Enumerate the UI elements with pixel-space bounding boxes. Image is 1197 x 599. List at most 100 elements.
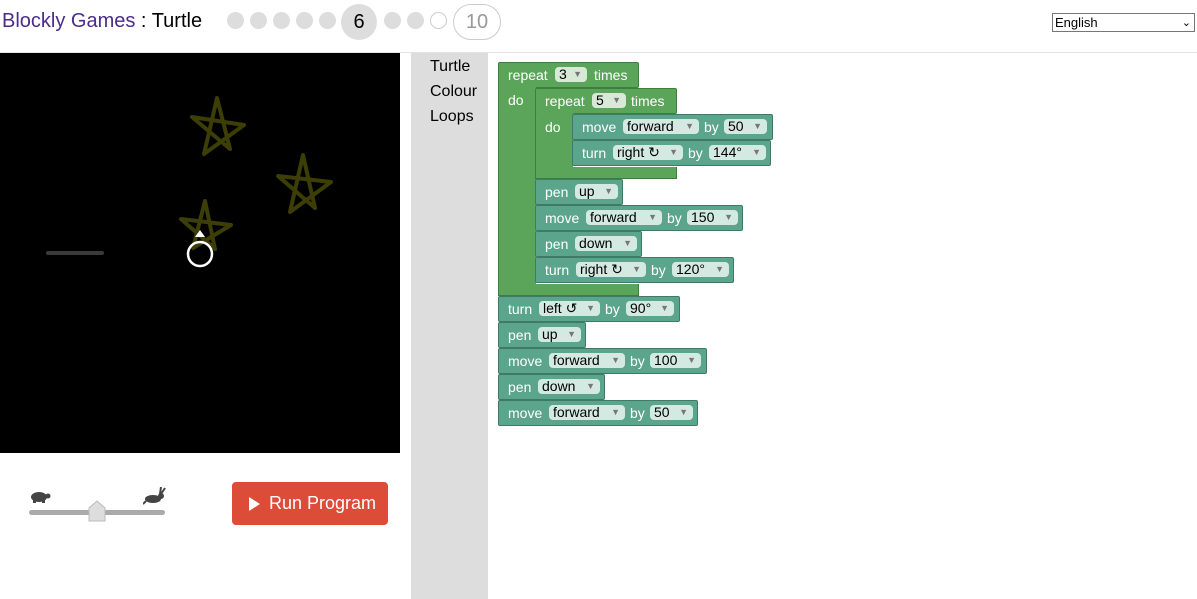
amount-dropdown[interactable]: 100 ▼ <box>650 353 701 368</box>
by-label: by <box>605 301 620 317</box>
block-keyword: move <box>582 119 617 135</box>
hare-icon <box>143 487 166 505</box>
level-dot-5[interactable] <box>319 12 336 29</box>
block-keyword: turn <box>508 301 533 317</box>
level-current[interactable]: 6 <box>341 4 377 40</box>
star-drawing <box>179 199 233 251</box>
chevron-down-icon: ▼ <box>648 212 657 222</box>
turtle-canvas <box>0 53 400 453</box>
pen-state-dropdown[interactable]: down ▼ <box>538 379 600 394</box>
chevron-down-icon: ▼ <box>660 303 669 313</box>
page-title: Blockly Games : Turtle <box>2 10 202 33</box>
direction-value: forward <box>627 118 674 134</box>
level-last[interactable]: 10 <box>453 4 501 40</box>
toolbox-category-turtle[interactable]: Turtle <box>430 58 470 76</box>
chevron-down-icon: ⌄ <box>1181 17 1191 29</box>
direction-dropdown[interactable]: left ↺ ▼ <box>539 301 600 316</box>
play-icon <box>249 497 260 511</box>
repeat-inner-do: do <box>545 119 561 135</box>
level-dot-4[interactable] <box>296 12 313 29</box>
direction-dropdown[interactable]: forward ▼ <box>623 119 699 134</box>
speed-slider[interactable] <box>28 485 168 525</box>
repeat-outer-count[interactable]: 3 ▼ <box>555 67 587 82</box>
pen-state-dropdown[interactable]: up ▼ <box>538 327 581 342</box>
level-dot-8[interactable] <box>407 12 424 29</box>
amount-dropdown[interactable]: 90° ▼ <box>626 301 674 316</box>
direction-value: right ↻ <box>617 144 660 160</box>
toolbox-category-loops[interactable]: Loops <box>430 108 474 126</box>
chevron-down-icon: ▼ <box>611 355 620 365</box>
tortoise-icon <box>31 492 51 503</box>
chevron-down-icon: ▼ <box>687 355 696 365</box>
direction-value: forward <box>553 404 600 420</box>
pen-state-dropdown[interactable]: down ▼ <box>575 236 637 251</box>
amount-value: 150 <box>691 209 715 225</box>
slider-handle[interactable] <box>88 500 106 522</box>
direction-dropdown[interactable]: forward ▼ <box>549 353 625 368</box>
chevron-down-icon: ▼ <box>752 147 761 157</box>
chevron-down-icon: ▼ <box>604 186 613 196</box>
block-keyword: pen <box>545 236 569 252</box>
direction-dropdown[interactable]: right ↻ ▼ <box>613 145 683 160</box>
repeat-inner-keyword: repeat <box>545 93 585 109</box>
level-dot-3[interactable] <box>273 12 290 29</box>
chevron-down-icon: ▼ <box>669 147 678 157</box>
chevron-down-icon: ▼ <box>586 303 595 313</box>
language-value: English <box>1055 15 1098 30</box>
brand-link[interactable]: Blockly Games <box>2 10 135 32</box>
title-separator: : <box>135 10 152 32</box>
pen-state-value: up <box>579 183 595 199</box>
direction-value: left ↺ <box>543 300 578 316</box>
repeat-outer-foot <box>498 284 639 296</box>
pen-state-dropdown[interactable]: up ▼ <box>575 184 618 199</box>
block-keyword: pen <box>545 184 569 200</box>
pen-state-value: down <box>542 378 576 394</box>
repeat-inner-times: times <box>631 93 665 109</box>
direction-value: right ↻ <box>580 261 623 277</box>
by-label: by <box>630 405 645 421</box>
amount-value: 50 <box>654 404 670 420</box>
amount-value: 144° <box>713 144 742 160</box>
block-keyword: turn <box>582 145 607 161</box>
by-label: by <box>704 119 719 135</box>
direction-dropdown[interactable]: right ↻ ▼ <box>576 262 646 277</box>
repeat-inner-count[interactable]: 5 ▼ <box>592 93 626 108</box>
pen-state-value: up <box>542 326 558 342</box>
star-drawing <box>276 153 333 214</box>
amount-value: 90° <box>630 300 652 316</box>
by-label: by <box>651 262 666 278</box>
amount-dropdown[interactable]: 120° ▼ <box>672 262 729 277</box>
amount-dropdown[interactable]: 50 ▼ <box>724 119 767 134</box>
amount-dropdown[interactable]: 50 ▼ <box>650 405 693 420</box>
block-keyword: turn <box>545 262 570 278</box>
level-dot-9[interactable] <box>430 12 447 29</box>
block-keyword: move <box>508 405 543 421</box>
language-select[interactable]: English ⌄ <box>1052 13 1195 32</box>
chevron-down-icon: ▼ <box>567 329 576 339</box>
block-keyword: pen <box>508 379 532 395</box>
toolbox-category-colour[interactable]: Colour <box>430 83 477 101</box>
chevron-down-icon: ▼ <box>573 69 582 79</box>
direction-dropdown[interactable]: forward ▼ <box>549 405 625 420</box>
level-dot-1[interactable] <box>227 12 244 29</box>
chevron-down-icon: ▼ <box>685 121 694 131</box>
chevron-down-icon: ▼ <box>679 407 688 417</box>
amount-dropdown[interactable]: 144° ▼ <box>709 145 766 160</box>
toolbox: Turtle Colour Loops <box>411 53 488 599</box>
header-bar: Blockly Games : Turtle 6 10 English ⌄ <box>0 0 1197 44</box>
level-dot-7[interactable] <box>384 12 401 29</box>
direction-value: forward <box>553 352 600 368</box>
pen-state-value: down <box>579 235 613 251</box>
run-program-button[interactable]: Run Program <box>232 482 388 525</box>
amount-value: 120° <box>676 261 705 277</box>
level-dot-2[interactable] <box>250 12 267 29</box>
repeat-outer-count-value: 3 <box>559 66 567 82</box>
repeat-inner-count-value: 5 <box>596 92 604 108</box>
amount-value: 50 <box>728 118 744 134</box>
by-label: by <box>630 353 645 369</box>
chevron-down-icon: ▼ <box>612 95 621 105</box>
direction-dropdown[interactable]: forward ▼ <box>586 210 662 225</box>
chevron-down-icon: ▼ <box>611 407 620 417</box>
block-keyword: pen <box>508 327 532 343</box>
amount-dropdown[interactable]: 150 ▼ <box>687 210 738 225</box>
